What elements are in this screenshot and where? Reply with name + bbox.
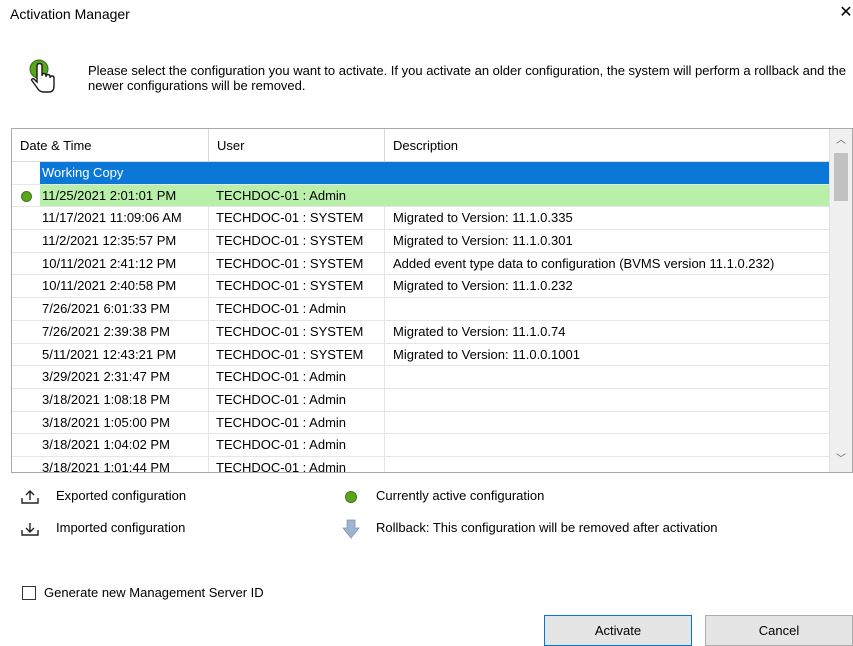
cell-date: 7/26/2021 2:39:38 PM — [40, 320, 209, 343]
cell-description: Migrated to Version: 11.1.0.74 — [393, 323, 566, 339]
scroll-down-icon[interactable]: ﹀ — [830, 450, 852, 470]
cell-date: 3/29/2021 2:31:47 PM — [40, 366, 209, 388]
cell-description: Migrated to Version: 11.0.0.1001 — [393, 346, 580, 362]
table-row[interactable]: 3/18/2021 1:04:02 PM TECHDOC-01 : Admin — [12, 434, 830, 457]
green-dot-icon — [345, 491, 357, 503]
table-row[interactable]: 11/25/2021 2:01:01 PM TECHDOC-01 : Admin — [12, 184, 830, 208]
generate-id-label[interactable]: Generate new Management Server ID — [44, 585, 264, 600]
cell-description — [385, 184, 830, 207]
cell-description — [385, 412, 830, 434]
cell-date: 3/18/2021 1:08:18 PM — [40, 388, 209, 411]
legend-exported-label: Exported configuration — [56, 488, 187, 503]
cell-description — [385, 434, 830, 456]
cell-user: TECHDOC-01 : Admin — [209, 298, 385, 320]
vertical-scrollbar[interactable]: ︿ ﹀ — [829, 129, 852, 472]
cell-user: TECHDOC-01 : SYSTEM — [209, 320, 385, 343]
table-rows: Working Copy 11/25/2021 2:01:01 PM TECHDOC… — [12, 162, 830, 472]
cell-date: 5/11/2021 12:43:21 PM — [40, 343, 209, 366]
cell-user: TECHDOC-01 : SYSTEM — [209, 207, 385, 230]
cell-description — [385, 389, 830, 411]
cell-date: 7/26/2021 6:01:33 PM — [40, 298, 209, 320]
cell-description — [385, 366, 830, 388]
cell-user: TECHDOC-01 : Admin — [209, 456, 385, 472]
legend-imported-label: Imported configuration — [56, 520, 186, 535]
cell-user — [209, 162, 385, 184]
cell-description — [385, 298, 830, 320]
cell-date: 10/11/2021 2:41:12 PM — [40, 252, 209, 275]
cell-date: 3/18/2021 1:04:02 PM — [40, 434, 209, 456]
upload-tray-icon — [21, 490, 39, 504]
table-header: Date & Time User Description — [12, 129, 830, 162]
cell-description — [385, 457, 830, 472]
column-header-date[interactable]: Date & Time — [12, 129, 209, 161]
column-header-user[interactable]: User — [209, 129, 385, 161]
cancel-button[interactable]: Cancel — [705, 615, 853, 646]
active-configuration-icon — [21, 190, 32, 202]
generate-id-checkbox[interactable] — [22, 586, 36, 600]
legend-rollback-label: Rollback: This configuration will be rem… — [376, 520, 718, 535]
cell-date: 3/18/2021 1:01:44 PM — [40, 456, 209, 472]
cell-date: 3/18/2021 1:05:00 PM — [40, 411, 209, 434]
configuration-table[interactable]: Date & Time User Description Working Cop… — [11, 128, 853, 473]
cell-user: TECHDOC-01 : Admin — [209, 366, 385, 388]
cell-user: TECHDOC-01 : Admin — [209, 388, 385, 411]
scroll-up-icon[interactable]: ︿ — [830, 131, 852, 151]
activate-button[interactable]: Activate — [544, 615, 692, 646]
cell-date: 11/25/2021 2:01:01 PM — [40, 184, 209, 207]
download-tray-icon — [21, 523, 39, 536]
cell-user: TECHDOC-01 : SYSTEM — [209, 275, 385, 298]
cell-date: 11/17/2021 11:09:06 AM — [40, 207, 209, 230]
cell-description: Migrated to Version: 11.1.0.335 — [393, 210, 573, 226]
close-icon[interactable]: ✕ — [839, 4, 853, 22]
cell-description — [385, 162, 830, 184]
table-row[interactable]: 3/18/2021 1:08:18 PM TECHDOC-01 : Admin — [12, 388, 830, 412]
table-row[interactable]: 3/29/2021 2:31:47 PM TECHDOC-01 : Admin — [12, 366, 830, 389]
column-header-description[interactable]: Description — [385, 129, 830, 161]
table-row[interactable]: 3/18/2021 1:05:00 PM TECHDOC-01 : Admin — [12, 411, 830, 435]
table-row[interactable]: 11/17/2021 11:09:06 AM TECHDOC-01 : SYSTE… — [12, 207, 830, 231]
table-row[interactable]: 3/18/2021 1:01:44 PM TECHDOC-01 : Admin — [12, 456, 830, 472]
cell-user: TECHDOC-01 : SYSTEM — [209, 343, 385, 366]
cell-user: TECHDOC-01 : SYSTEM — [209, 230, 385, 252]
cell-user: TECHDOC-01 : Admin — [209, 184, 385, 207]
legend-active-label: Currently active configuration — [376, 488, 545, 503]
cell-user: TECHDOC-01 : Admin — [209, 434, 385, 456]
table-row[interactable]: 7/26/2021 6:01:33 PM TECHDOC-01 : Admin — [12, 298, 830, 321]
scroll-thumb[interactable] — [834, 153, 848, 201]
instruction-text: Please select the configuration you want… — [88, 63, 847, 93]
table-row[interactable]: 11/2/2021 12:35:57 PM TECHDOC-01 : SYSTEM… — [12, 230, 830, 253]
down-arrow-icon — [342, 519, 360, 539]
table-row[interactable]: 10/11/2021 2:40:58 PM TECHDOC-01 : SYSTEM… — [12, 275, 830, 299]
window-title: Activation Manager — [10, 6, 130, 22]
table-row[interactable]: 7/26/2021 2:39:38 PM TECHDOC-01 : SYSTEM M… — [12, 320, 830, 344]
table-row[interactable]: 10/11/2021 2:41:12 PM TECHDOC-01 : SYSTEM… — [12, 252, 830, 276]
cell-date: Working Copy — [40, 162, 209, 184]
hand-pointer-icon — [29, 59, 55, 93]
cell-user: TECHDOC-01 : SYSTEM — [209, 252, 385, 275]
cell-date: 11/2/2021 12:35:57 PM — [40, 230, 209, 252]
cell-description: Migrated to Version: 11.1.0.232 — [393, 278, 573, 294]
table-row[interactable]: Working Copy — [12, 162, 830, 185]
cell-date: 10/11/2021 2:40:58 PM — [40, 275, 209, 298]
table-row[interactable]: 5/11/2021 12:43:21 PM TECHDOC-01 : SYSTEM… — [12, 343, 830, 367]
cell-description: Added event type data to configuration (… — [393, 255, 775, 271]
cell-user: TECHDOC-01 : Admin — [209, 411, 385, 434]
cell-description: Migrated to Version: 11.1.0.301 — [393, 233, 573, 249]
